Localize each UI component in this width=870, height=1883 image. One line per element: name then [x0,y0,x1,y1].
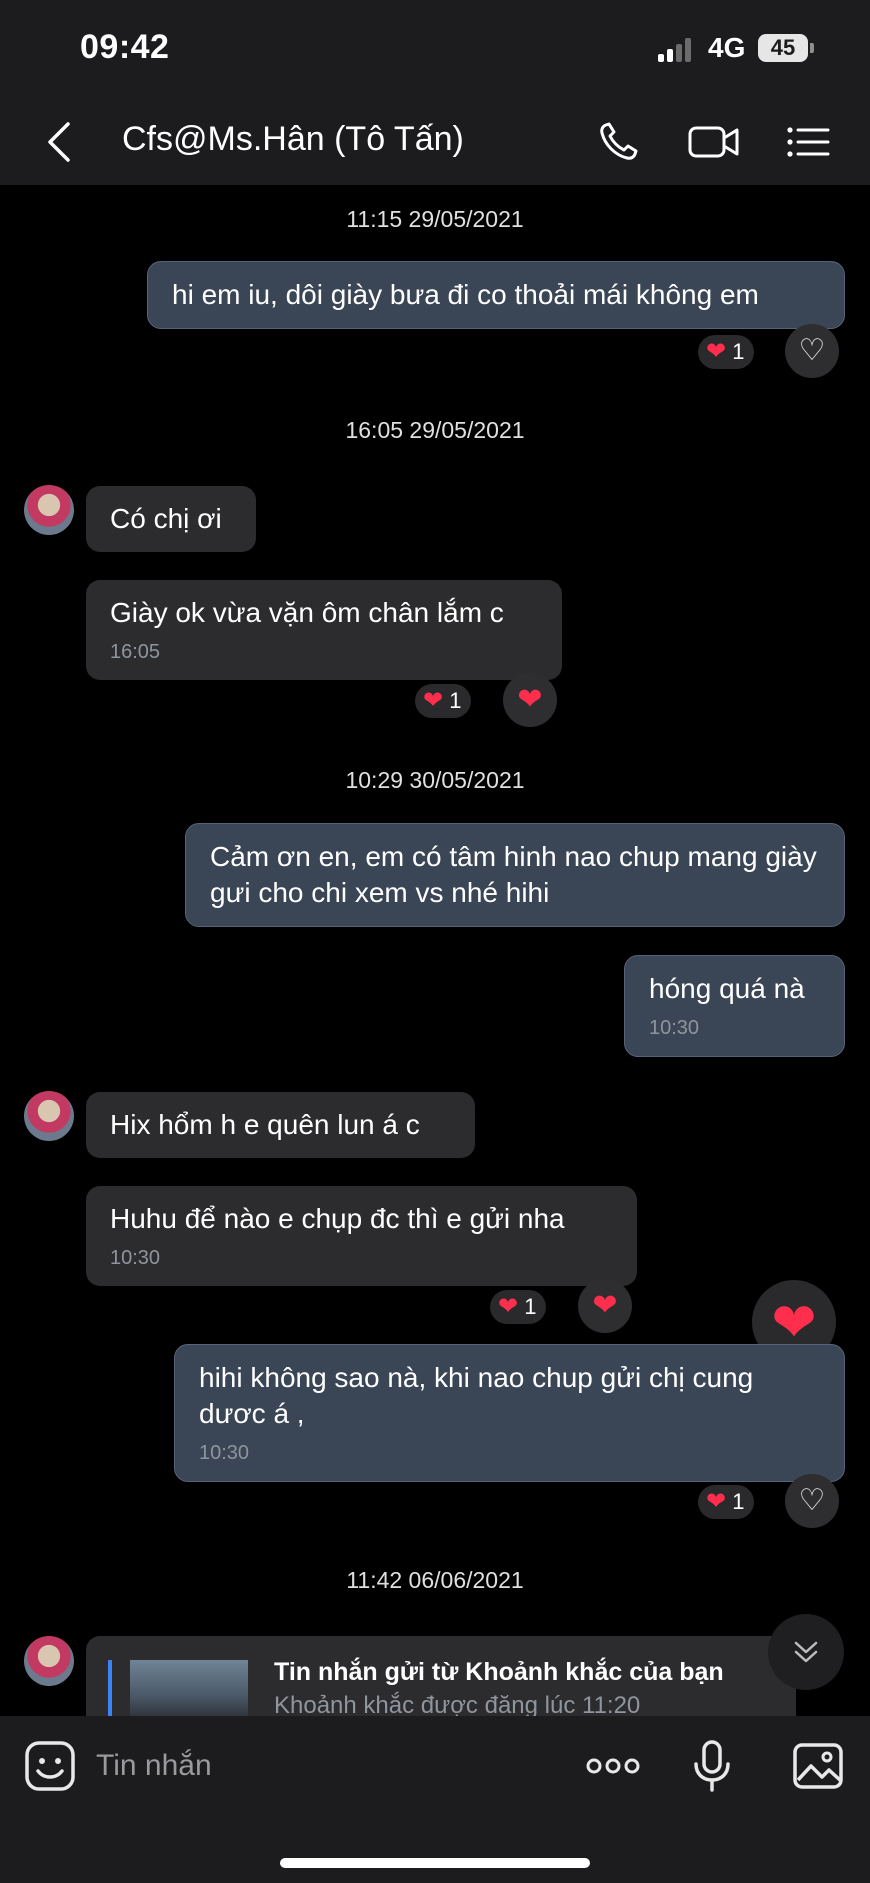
reaction-count-label: 1 [732,1489,745,1514]
outgoing-message[interactable]: hihi không sao nà, khi nao chup gửi chị … [174,1344,845,1482]
outgoing-message[interactable]: hóng quá nà 10:30 [624,955,845,1057]
more-icon[interactable] [584,1738,642,1794]
heart-outline-icon[interactable]: ♡ [785,1474,839,1528]
top-bar: 09:42 4G 45 Cfs@Ms.Hân (Tô Tấn) [0,0,870,185]
reaction-count[interactable]: ❤ 1 [490,1290,547,1324]
heart-icon: ❤ [706,1488,727,1515]
message-time: 10:30 [649,1017,700,1039]
heart-reaction-icon[interactable]: ❤ [578,1279,632,1333]
message-text: hi em iu, dôi giày bưa đi co thoải mái k… [172,279,759,310]
message-text: Cảm ơn en, em có tâm hinh nao chup mang … [210,841,817,908]
menu-icon[interactable] [784,118,834,166]
message-time: 16:05 [110,641,161,663]
reaction-count-label: 1 [524,1294,537,1319]
avatar[interactable] [24,1091,74,1141]
signal-icon [658,38,692,62]
phone-icon[interactable] [594,118,644,166]
quote-bar [108,1660,112,1716]
reaction-count[interactable]: ❤ 1 [415,684,472,718]
incoming-message[interactable]: Huhu để nào e chụp đc thì e gửi nha 10:3… [86,1186,637,1286]
date-stamp: 11:15 29/05/2021 [346,206,524,232]
battery-icon: 45 [758,34,808,62]
outgoing-message[interactable]: Cảm ơn en, em có tâm hinh nao chup mang … [185,823,845,927]
message-time: 10:30 [199,1442,250,1464]
moment-card-title: Tin nhắn gửi từ Khoảnh khắc của bạn [274,1658,724,1686]
message-text: Hix hổm h e quên lun á c [110,1109,420,1140]
incoming-message[interactable]: Có chị ơi [86,486,256,552]
incoming-message[interactable]: Hix hổm h e quên lun á c [86,1092,475,1158]
battery-tip [810,43,814,53]
status-time: 09:42 [80,28,170,66]
microphone-icon[interactable] [684,1738,740,1794]
outgoing-message[interactable]: hi em iu, dôi giày bưa đi co thoải mái k… [147,261,845,329]
heart-outline-icon[interactable]: ♡ [785,324,839,378]
image-icon[interactable] [790,1738,846,1794]
heart-reaction-icon[interactable]: ❤ [503,673,557,727]
reaction-count[interactable]: ❤ 1 [698,335,755,369]
date-stamp: 16:05 29/05/2021 [345,417,525,443]
reaction-count-label: 1 [449,688,462,713]
reaction-count[interactable]: ❤ 1 [698,1485,755,1519]
heart-icon: ❤ [706,338,727,365]
reaction-count-label: 1 [732,339,745,364]
message-text: hóng quá nà [649,973,805,1004]
composer-bar [0,1716,870,1883]
avatar[interactable] [24,1636,74,1686]
moment-card[interactable]: Tin nhắn gửi từ Khoảnh khắc của bạn Khoả… [86,1636,796,1716]
heart-icon: ❤ [423,687,444,714]
message-text: hihi không sao nà, khi nao chup gửi chị … [199,1362,754,1429]
chat-title[interactable]: Cfs@Ms.Hân (Tô Tấn) [122,120,464,159]
incoming-message[interactable]: Giày ok vừa vặn ôm chân lắm c 16:05 [86,580,562,680]
network-type: 4G [708,32,746,63]
avatar[interactable] [24,485,74,535]
chevron-double-down-icon[interactable] [768,1614,844,1690]
message-input[interactable] [96,1744,556,1788]
moment-card-subtitle: Khoảnh khắc được đăng lúc 11:20 [274,1692,641,1716]
date-stamp: 10:29 30/05/2021 [345,767,525,793]
video-call-icon[interactable] [686,118,742,166]
date-stamp: 11:42 06/06/2021 [346,1567,524,1593]
message-time: 10:30 [110,1247,161,1269]
moment-thumbnail [130,1660,248,1716]
home-indicator [280,1858,590,1868]
message-text: Giày ok vừa vặn ôm chân lắm c [110,597,504,628]
back-icon[interactable] [40,118,80,166]
sticker-icon[interactable] [22,1738,78,1794]
message-text: Huhu để nào e chụp đc thì e gửi nha [110,1203,565,1234]
message-text: Có chị ơi [110,503,222,534]
heart-icon: ❤ [498,1293,519,1320]
